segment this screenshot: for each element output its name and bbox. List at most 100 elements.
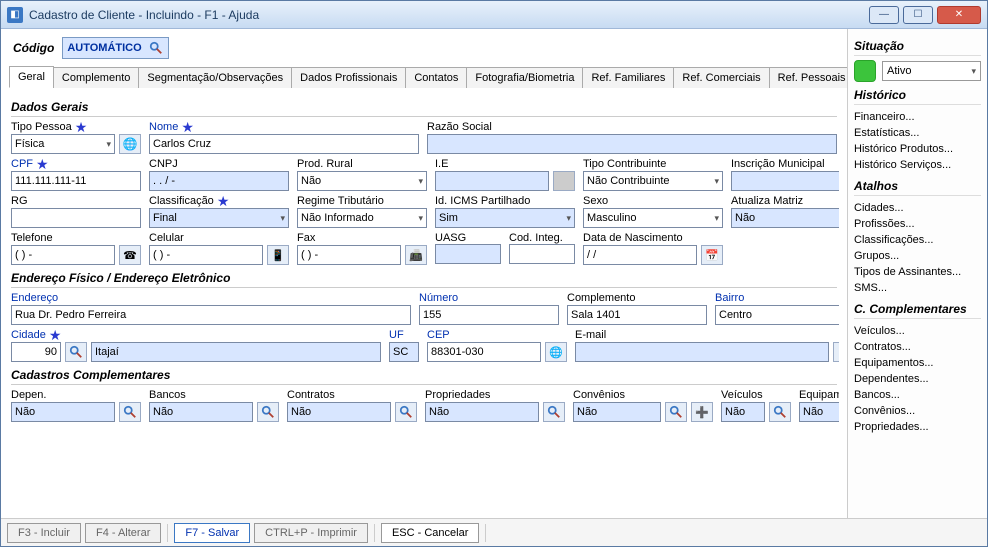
link-equipamentos[interactable]: Equipamentos... [854,355,981,371]
input-rg[interactable] [11,208,141,228]
select-prod-rural[interactable]: Não [297,171,427,191]
link-grupos[interactable]: Grupos... [854,248,981,264]
label-atualiza-matriz: Atualiza Matriz [731,195,839,207]
globe-icon[interactable]: 🌐 [119,134,141,154]
input-cep[interactable]: 88301-030 [427,342,541,362]
input-atualiza-matriz[interactable]: Não [731,208,839,228]
cancelar-button[interactable]: ESC - Cancelar [381,523,479,543]
incluir-button[interactable]: F3 - Incluir [7,523,81,543]
field-endereco: Endereço Rua Dr. Pedro Ferreira [11,292,411,325]
salvar-button[interactable]: F7 - Salvar [174,523,250,543]
input-endereco[interactable]: Rua Dr. Pedro Ferreira [11,305,411,325]
select-classificacao[interactable]: Final [149,208,289,228]
input-complemento[interactable]: Sala 1401 [567,305,707,325]
required-star-icon: ★ [49,330,62,340]
tab-complemento[interactable]: Complemento [53,67,139,88]
input-uasg[interactable] [435,244,501,264]
input-contratos[interactable]: Não [287,402,391,422]
input-veiculos[interactable]: Não [721,402,765,422]
tab-ref-pessoais[interactable]: Ref. Pessoais [769,67,847,88]
link-sms[interactable]: SMS... [854,280,981,296]
main-panel: Código AUTOMÁTICO Geral Complemento Segm… [1,29,847,518]
fax-icon[interactable]: 📠 [405,245,427,265]
input-cidade-code[interactable]: 90 [11,342,61,362]
select-tipo-pessoa[interactable]: Física [11,134,115,154]
input-nome[interactable]: Carlos Cruz [149,134,419,154]
maximize-button[interactable]: ☐ [903,6,933,24]
select-id-icms[interactable]: Sim [435,208,575,228]
input-fax[interactable]: ( ) - [297,245,401,265]
field-id-icms: Id. ICMS Partilhado Sim [435,195,575,228]
lookup-convenios-icon[interactable] [665,402,687,422]
add-convenio-icon[interactable]: ➕ [691,402,713,422]
lookup-contratos-icon[interactable] [395,402,417,422]
tab-ref-familiares[interactable]: Ref. Familiares [582,67,674,88]
alterar-button[interactable]: F4 - Alterar [85,523,161,543]
status-select[interactable]: Ativo [882,61,981,81]
mobile-icon[interactable]: 📱 [267,245,289,265]
link-dependentes[interactable]: Dependentes... [854,371,981,387]
cep-globe-icon[interactable]: 🌐 [545,342,567,362]
input-depen[interactable]: Não [11,402,115,422]
select-sexo[interactable]: Masculino [583,208,723,228]
close-button[interactable]: ✕ [937,6,981,24]
lookup-cidade-icon[interactable] [65,342,87,362]
input-propriedades[interactable]: Não [425,402,539,422]
required-star-icon: ★ [36,159,49,169]
code-input[interactable]: AUTOMÁTICO [62,37,168,59]
input-cod-integ[interactable] [509,244,575,264]
tab-fotografia[interactable]: Fotografia/Biometria [466,67,583,88]
tab-geral[interactable]: Geral [9,66,54,88]
select-tipo-contribuinte[interactable]: Não Contribuinte [583,171,723,191]
tab-contatos[interactable]: Contatos [405,67,467,88]
input-numero[interactable]: 155 [419,305,559,325]
link-veiculos[interactable]: Veículos... [854,323,981,339]
section-cad-compl: Cadastros Complementares [11,368,837,385]
link-tipos-assinantes[interactable]: Tipos de Assinantes... [854,264,981,280]
label-data-nasc: Data de Nascimento [583,232,723,244]
link-bancos[interactable]: Bancos... [854,387,981,403]
input-bancos[interactable]: Não [149,402,253,422]
input-cnpj[interactable]: . . / - [149,171,289,191]
search-icon[interactable] [148,40,164,56]
input-uf[interactable]: SC [389,342,419,362]
link-convenios[interactable]: Convênios... [854,403,981,419]
input-razao-social[interactable] [427,134,837,154]
ie-button[interactable] [553,171,575,191]
lookup-veiculos-icon[interactable] [769,402,791,422]
minimize-button[interactable]: — [869,6,899,24]
link-propriedades[interactable]: Propriedades... [854,419,981,435]
link-classificacoes[interactable]: Classificações... [854,232,981,248]
link-financeiro[interactable]: Financeiro... [854,109,981,125]
link-historico-produtos[interactable]: Histórico Produtos... [854,141,981,157]
tab-segmentacao[interactable]: Segmentação/Observações [138,67,292,88]
tab-ref-comerciais[interactable]: Ref. Comerciais [673,67,769,88]
label-cep: CEP [427,329,567,341]
tab-dados-profissionais[interactable]: Dados Profissionais [291,67,406,88]
link-contratos[interactable]: Contratos... [854,339,981,355]
lookup-depen-icon[interactable] [119,402,141,422]
email-icon[interactable]: ✉ [833,342,839,362]
link-cidades[interactable]: Cidades... [854,200,981,216]
input-bairro[interactable]: Centro [715,305,839,325]
label-ie: I.E [435,158,575,170]
calendar-icon[interactable]: 📅 [701,245,723,265]
lookup-propriedades-icon[interactable] [543,402,565,422]
imprimir-button[interactable]: CTRL+P - Imprimir [254,523,368,543]
input-cpf[interactable]: 111.111.111-11 [11,171,141,191]
input-equipamen[interactable]: Não [799,402,839,422]
link-estatisticas[interactable]: Estatísticas... [854,125,981,141]
input-telefone[interactable]: ( ) - [11,245,115,265]
link-historico-servicos[interactable]: Histórico Serviços... [854,157,981,173]
input-convenios[interactable]: Não [573,402,661,422]
phone-icon[interactable]: ☎ [119,245,141,265]
input-celular[interactable]: ( ) - [149,245,263,265]
display-cidade-name: Itajaí [91,342,381,362]
input-inscricao-municipal[interactable] [731,171,839,191]
input-email[interactable] [575,342,829,362]
link-profissoes[interactable]: Profissões... [854,216,981,232]
input-ie[interactable] [435,171,549,191]
select-regime-tributario[interactable]: Não Informado [297,208,427,228]
input-data-nasc[interactable]: / / [583,245,697,265]
lookup-bancos-icon[interactable] [257,402,279,422]
